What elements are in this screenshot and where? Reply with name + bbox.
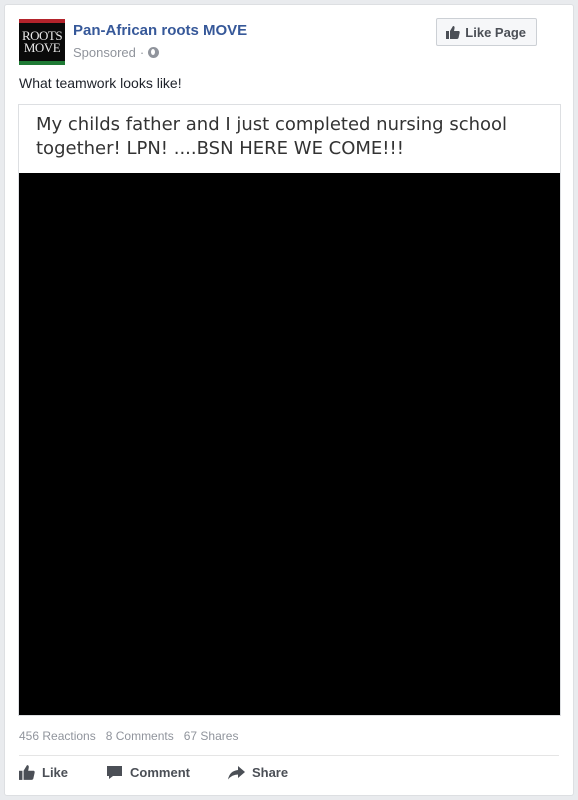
comment-label: Comment [130,765,190,780]
shares-count[interactable]: 67 Shares [184,729,239,743]
comment-bubble-icon [106,765,123,780]
reactions-count[interactable]: 456 Reactions [19,729,96,743]
avatar-stripe-green [19,61,65,65]
media-overlay-text: My childs father and I just completed nu… [36,114,508,159]
separator-dot: · [139,45,145,60]
engagement-stats: 456 Reactions 8 Comments 67 Shares [19,729,238,743]
divider [19,755,559,756]
sponsored-row: Sponsored · [73,45,160,60]
action-bar: Like Comment Share [19,765,326,780]
like-page-button[interactable]: Like Page [436,18,537,46]
thumbs-up-icon [446,25,461,39]
comment-button[interactable]: Comment [106,765,190,780]
thumbs-up-icon [19,765,35,780]
page-avatar[interactable]: ROOTS MOVE [19,19,65,65]
post-media[interactable]: My childs father and I just completed nu… [18,104,561,716]
page-name-link[interactable]: Pan-African roots MOVE [73,22,247,39]
like-label: Like [42,765,69,780]
sponsored-post-card: ROOTS MOVE Pan-African roots MOVE Sponso… [4,4,574,796]
comments-count[interactable]: 8 Comments [106,729,174,743]
like-button[interactable]: Like [19,765,68,780]
avatar-stripe-red [19,19,65,23]
share-button[interactable]: Share [227,765,289,780]
globe-icon[interactable] [148,47,160,58]
post-caption: What teamwork looks like! [19,75,182,91]
like-page-label: Like Page [465,24,526,40]
post-photo[interactable] [19,173,560,715]
avatar-logo-line-2: MOVE [23,40,61,55]
share-label: Share [251,765,289,780]
sponsored-label[interactable]: Sponsored [73,45,136,60]
share-arrow-icon [227,765,245,780]
